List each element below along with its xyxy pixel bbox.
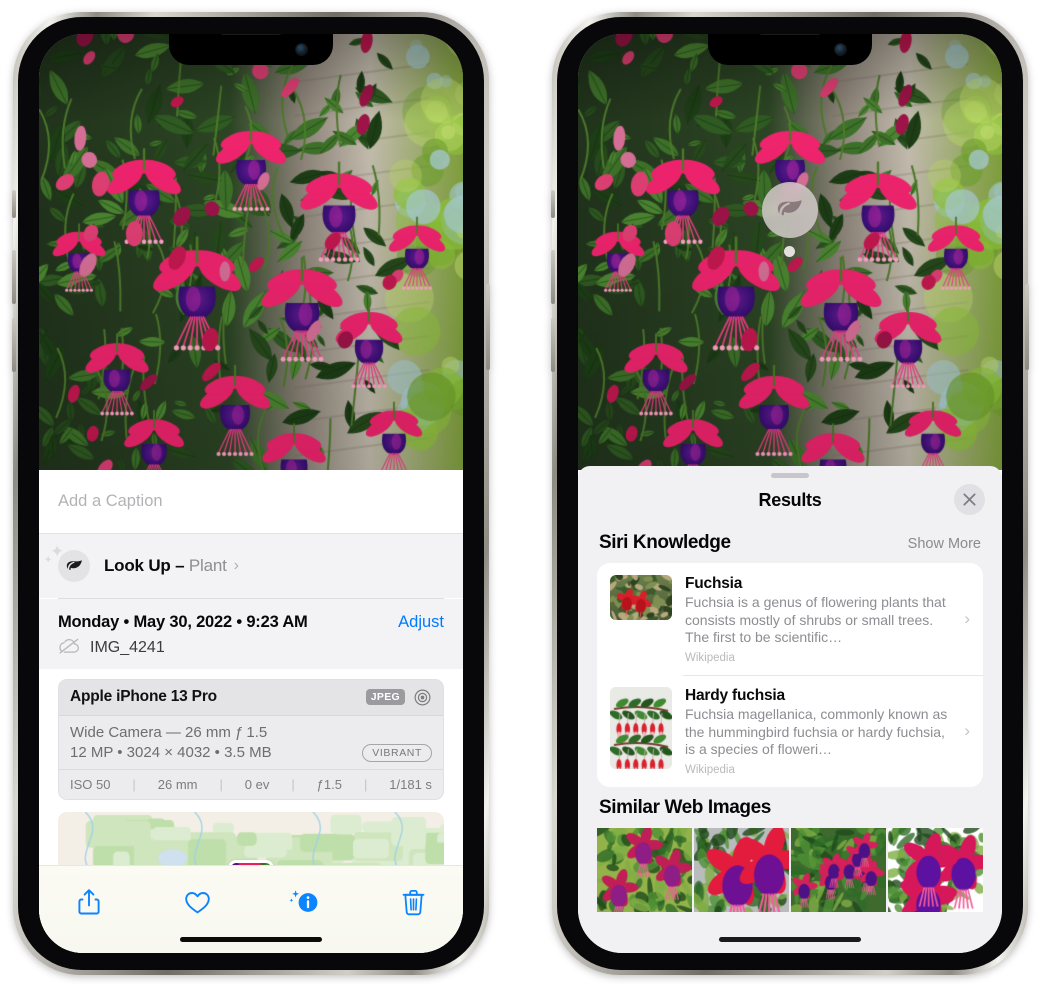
caption-input-row[interactable]: Add a Caption <box>39 470 463 534</box>
volume-down-button-right[interactable] <box>551 318 555 372</box>
section-title: Siri Knowledge <box>599 532 731 553</box>
camera-card-header: Apple iPhone 13 Pro JPEG <box>59 679 443 716</box>
silent-switch-left[interactable] <box>12 190 16 218</box>
result-thumbnail <box>610 575 672 620</box>
exif-iso: ISO 50 <box>70 776 111 792</box>
section-title: Similar Web Images <box>599 796 771 818</box>
close-button[interactable] <box>954 484 985 515</box>
caption-placeholder: Add a Caption <box>58 492 163 510</box>
photo-viewer-left[interactable] <box>39 34 463 470</box>
volume-up-button-left[interactable] <box>12 250 16 304</box>
web-image-thumbnail[interactable] <box>597 827 692 912</box>
camera-card-body: Wide Camera — 26 mm ƒ 1.5 12 MP • 3024 ×… <box>59 715 443 769</box>
result-description: Fuchsia is a genus of flowering plants t… <box>685 594 946 645</box>
adjust-button[interactable]: Adjust <box>398 613 444 632</box>
silent-switch-right[interactable] <box>551 190 555 218</box>
favorite-button[interactable] <box>175 882 219 922</box>
iphone-device-right: Results Siri Knowledge Show More Fuchsia… <box>551 12 1029 975</box>
web-image-thumbnail[interactable] <box>888 827 983 912</box>
result-thumbnail <box>610 687 672 769</box>
volume-up-button-right[interactable] <box>551 250 555 304</box>
visual-lookup-anchor-dot <box>784 246 795 257</box>
icloud-slash-icon <box>58 638 80 659</box>
capture-date: Monday • May 30, 2022 • 9:23 AM <box>58 612 308 631</box>
photographic-style-badge: VIBRANT <box>362 743 432 762</box>
look-up-text: Look Up – <box>104 556 189 575</box>
home-indicator-left[interactable] <box>180 937 322 942</box>
file-name: IMG_4241 <box>90 639 165 656</box>
siri-knowledge-card: Fuchsia Fuchsia is a genus of flowering … <box>597 563 983 787</box>
result-description: Fuchsia magellanica, commonly known as t… <box>685 706 948 757</box>
earpiece-speaker-icon <box>220 34 282 35</box>
exif-separator: | <box>363 776 368 792</box>
iphone-device-left: Add a Caption ✦ ✦ Look Up – Plant › Mond… <box>12 12 490 975</box>
volume-down-button-left[interactable] <box>12 318 16 372</box>
list-item[interactable]: Fuchsia Fuchsia is a genus of flowering … <box>597 563 983 675</box>
results-header: Results <box>578 478 1002 522</box>
siri-knowledge-header: Siri Knowledge Show More <box>578 522 1002 563</box>
show-more-button[interactable]: Show More <box>908 536 981 552</box>
exif-separator: | <box>291 776 295 792</box>
results-sheet: Results Siri Knowledge Show More Fuchsia… <box>578 466 1002 953</box>
power-button-left[interactable] <box>486 284 490 370</box>
exif-shutter: 1/181 s <box>389 776 432 792</box>
home-indicator-right[interactable] <box>719 937 861 942</box>
photo-info-sheet: Add a Caption ✦ ✦ Look Up – Plant › Mond… <box>39 470 463 953</box>
front-camera-icon <box>296 44 307 55</box>
delete-button[interactable] <box>391 882 435 922</box>
exif-focal: 26 mm <box>157 776 198 792</box>
resolution-info: 12 MP • 3024 × 4032 • 3.5 MB <box>70 744 272 761</box>
look-up-row[interactable]: ✦ ✦ Look Up – Plant › <box>39 534 463 598</box>
leaf-icon: ✦ ✦ <box>44 543 90 582</box>
metadata-block: Monday • May 30, 2022 • 9:23 AM Adjust I… <box>39 598 463 669</box>
device-screen-left: Add a Caption ✦ ✦ Look Up – Plant › Mond… <box>39 34 463 953</box>
result-title: Hardy fuchsia <box>685 687 785 704</box>
result-source: Wikipedia <box>685 763 735 776</box>
exif-aperture: ƒ1.5 <box>316 776 342 792</box>
screenshot-stage: Add a Caption ✦ ✦ Look Up – Plant › Mond… <box>0 0 1055 985</box>
share-button[interactable] <box>67 882 111 922</box>
look-up-subject: Plant <box>188 556 227 575</box>
lens-info: Wide Camera — 26 mm ƒ 1.5 <box>70 723 268 741</box>
result-source: Wikipedia <box>685 651 735 664</box>
aperture-icon <box>413 688 432 707</box>
chevron-right-icon: › <box>964 609 970 629</box>
front-camera-icon <box>835 44 846 55</box>
visual-lookup-leaf-icon[interactable] <box>762 182 818 238</box>
device-screen-right: Results Siri Knowledge Show More Fuchsia… <box>578 34 1002 953</box>
similar-web-images-header: Similar Web Images <box>578 787 1002 828</box>
web-image-thumbnail[interactable] <box>791 827 886 912</box>
exif-separator: | <box>219 776 223 792</box>
similar-web-images-row <box>578 827 1002 912</box>
sparkle-small-icon: ✦ <box>44 555 53 566</box>
exif-separator: | <box>132 776 136 792</box>
notch-left <box>169 34 333 65</box>
format-badge: JPEG <box>365 689 405 705</box>
list-item[interactable]: Hardy fuchsia Fuchsia magellanica, commo… <box>597 675 983 787</box>
chevron-right-icon: › <box>233 557 239 574</box>
chevron-right-icon: › <box>964 721 970 741</box>
notch-right <box>708 34 872 65</box>
exif-exposure: 0 ev <box>244 776 270 792</box>
power-button-right[interactable] <box>1025 284 1029 370</box>
result-title: Fuchsia <box>685 575 743 592</box>
info-button[interactable] <box>283 882 327 922</box>
camera-device-name: Apple iPhone 13 Pro <box>70 688 217 705</box>
web-image-thumbnail[interactable] <box>694 827 789 912</box>
earpiece-speaker-icon <box>759 34 821 35</box>
look-up-label: Look Up – Plant <box>104 556 227 576</box>
results-title: Results <box>758 489 822 510</box>
exif-row: ISO 50 | 26 mm | 0 ev | ƒ1.5 | 1/181 s <box>59 768 443 799</box>
camera-info-card[interactable]: Apple iPhone 13 Pro JPEG Wide Camera — 2… <box>58 678 444 800</box>
